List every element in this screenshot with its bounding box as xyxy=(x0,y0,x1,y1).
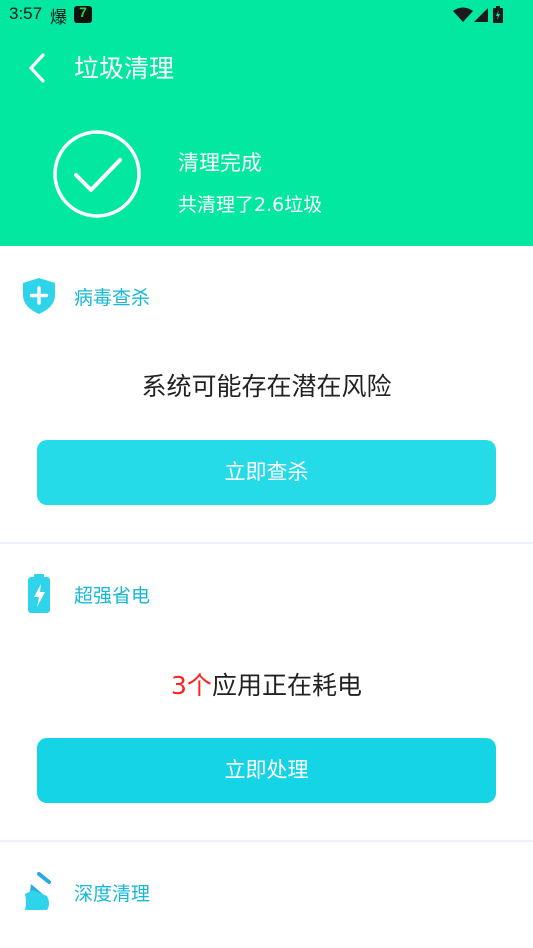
broom-icon xyxy=(25,872,51,910)
header-banner: 3:57 爆 7 垃圾清理 清理完成 共清理了2.6垃圾 xyxy=(0,0,533,246)
virus-card-label: 病毒查杀 xyxy=(74,287,151,309)
deep-card-label: 深度清理 xyxy=(74,883,151,905)
deep-card-header: 深度清理 xyxy=(0,842,533,910)
power-app-count: 3个 xyxy=(171,671,212,700)
virus-card: 病毒查杀 系统可能存在潜在风险 立即查杀 xyxy=(0,246,533,542)
scan-now-button[interactable]: 立即查杀 xyxy=(37,440,496,505)
back-button[interactable] xyxy=(18,48,58,88)
result-subtitle: 共清理了2.6垃圾 xyxy=(178,194,323,216)
page-title: 垃圾清理 xyxy=(74,54,175,83)
deep-clean-card[interactable]: 深度清理 xyxy=(0,842,533,948)
status-bar: 3:57 爆 7 xyxy=(0,0,533,30)
power-card-header: 超强省电 xyxy=(0,544,533,613)
wifi-icon xyxy=(453,7,473,22)
power-message-text: 应用正在耗电 xyxy=(211,671,362,700)
chevron-left-icon xyxy=(29,53,45,83)
battery-bolt-icon xyxy=(28,574,50,613)
notification-glyph: 爆 xyxy=(50,8,67,28)
signal-icon xyxy=(474,8,488,22)
result-title: 清理完成 xyxy=(178,151,262,175)
virus-card-header: 病毒查杀 xyxy=(0,246,533,314)
status-time: 3:57 xyxy=(9,4,43,23)
app-badge-label: 7 xyxy=(79,4,87,20)
power-card-label: 超强省电 xyxy=(74,585,151,607)
check-circle-icon xyxy=(53,130,141,218)
shield-plus-icon xyxy=(23,278,55,314)
battery-icon xyxy=(493,6,503,23)
handle-now-button[interactable]: 立即处理 xyxy=(37,738,496,803)
nav-bar: 垃圾清理 xyxy=(0,40,533,100)
power-card: 超强省电 3个应用正在耗电 立即处理 xyxy=(0,544,533,840)
power-message: 3个应用正在耗电 xyxy=(0,666,533,702)
virus-message: 系统可能存在潜在风险 xyxy=(141,372,392,401)
app-badge-icon: 7 xyxy=(74,4,92,23)
